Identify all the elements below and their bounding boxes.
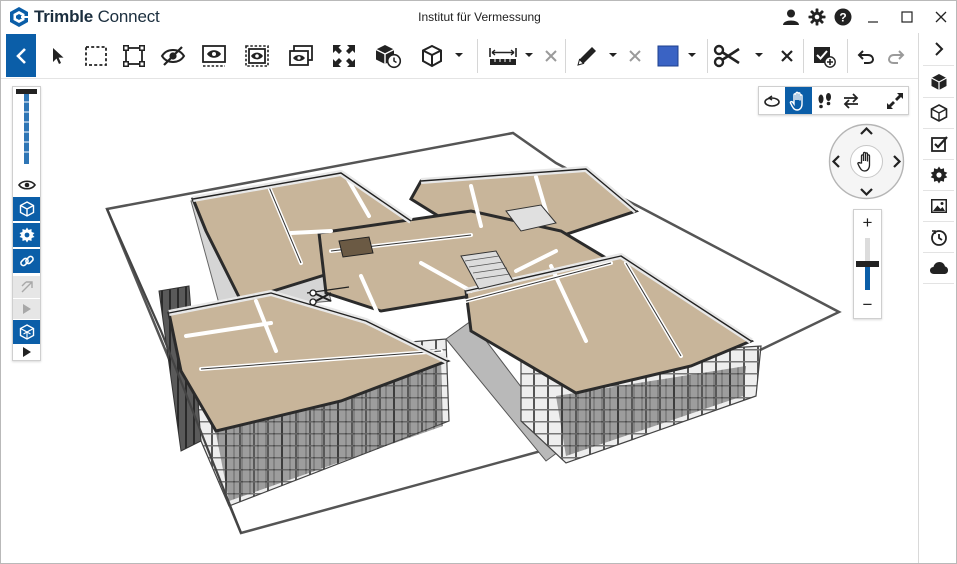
- measure-dropdown-icon[interactable]: [525, 51, 533, 59]
- fullscreen-icon[interactable]: [882, 87, 908, 114]
- markup-pencil-icon[interactable]: [572, 37, 602, 75]
- pan-hand-icon[interactable]: [785, 87, 812, 114]
- title-actions: ?: [778, 1, 956, 33]
- right-sidebar: [918, 33, 956, 563]
- zoom-out-button[interactable]: −: [854, 294, 881, 316]
- clear-section-icon[interactable]: [777, 37, 797, 75]
- maximize-icon[interactable]: [890, 1, 924, 33]
- models-cube-icon[interactable]: [919, 67, 956, 97]
- fit-all-icon[interactable]: [329, 37, 359, 75]
- swap-arrows-icon[interactable]: [838, 87, 864, 114]
- sidebar-divider: [923, 65, 954, 66]
- zoom-control: + −: [853, 209, 882, 319]
- expand-arrow-icon[interactable]: [13, 344, 40, 360]
- layers-icon[interactable]: [13, 320, 40, 344]
- visibility-eye-icon[interactable]: [13, 175, 40, 195]
- undo-icon[interactable]: [853, 37, 879, 75]
- navigation-toolbar: [758, 86, 909, 115]
- toolbar-divider: [477, 39, 478, 73]
- link-icon[interactable]: [13, 249, 40, 273]
- measure-icon[interactable]: [487, 37, 519, 75]
- object-status-icon[interactable]: [373, 37, 403, 75]
- model-cube-icon[interactable]: [13, 197, 40, 221]
- section-dropdown-icon[interactable]: [755, 51, 763, 59]
- app-window: Trimble Connect Institut für Vermessung …: [0, 0, 957, 564]
- markup-dropdown-icon[interactable]: [609, 51, 617, 59]
- zoom-slider[interactable]: [854, 236, 881, 292]
- isolate-icon[interactable]: [199, 37, 229, 75]
- orbit-icon[interactable]: [759, 87, 785, 114]
- left-tool-panel: [12, 86, 41, 361]
- clear-markup-icon[interactable]: [625, 37, 645, 75]
- properties-badge-icon[interactable]: [919, 160, 956, 190]
- fit-selection-icon[interactable]: [119, 37, 149, 75]
- view-cube-icon[interactable]: [417, 37, 447, 75]
- building-model[interactable]: [1, 80, 918, 564]
- zoom-in-button[interactable]: +: [854, 212, 881, 234]
- hide-icon[interactable]: [158, 37, 188, 75]
- cloud-icon[interactable]: [919, 253, 956, 283]
- clip-slider[interactable]: [13, 87, 40, 170]
- toolbar-divider: [803, 39, 804, 73]
- navigation-wheel[interactable]: [828, 123, 905, 200]
- show-selected-icon[interactable]: [242, 37, 272, 75]
- select-pointer-icon[interactable]: [47, 37, 69, 75]
- brand: Trimble Connect: [9, 6, 160, 28]
- create-todo-icon[interactable]: [809, 37, 839, 75]
- show-all-icon[interactable]: [286, 37, 316, 75]
- brand-name: Trimble Connect: [34, 7, 160, 26]
- collapse-left-icon[interactable]: [6, 34, 36, 77]
- sidebar-divider: [923, 283, 954, 284]
- laser-icon[interactable]: [13, 276, 40, 298]
- svg-text:?: ?: [839, 11, 846, 25]
- color-dropdown-icon[interactable]: [688, 51, 696, 59]
- help-icon[interactable]: ?: [830, 1, 856, 33]
- minimize-icon[interactable]: [856, 1, 890, 33]
- box-select-icon[interactable]: [81, 37, 111, 75]
- expand-right-icon[interactable]: [919, 35, 956, 63]
- toolbar-divider: [847, 39, 848, 73]
- view-dropdown-icon[interactable]: [455, 51, 463, 59]
- toolbar-divider: [565, 39, 566, 73]
- objects-cube-icon[interactable]: [919, 98, 956, 128]
- todo-check-icon[interactable]: [919, 129, 956, 159]
- 3d-viewport[interactable]: [1, 80, 918, 564]
- title-bar: Trimble Connect Institut für Vermessung …: [1, 1, 956, 33]
- gear-icon[interactable]: [804, 1, 830, 33]
- main-toolbar: [1, 33, 956, 79]
- history-clock-icon[interactable]: [919, 222, 956, 252]
- settings-badge-icon[interactable]: [13, 223, 40, 247]
- walk-footsteps-icon[interactable]: [812, 87, 838, 114]
- image-icon[interactable]: [919, 191, 956, 221]
- close-icon[interactable]: [924, 1, 956, 33]
- user-icon[interactable]: [778, 1, 804, 33]
- section-scissors-icon[interactable]: [711, 37, 743, 75]
- redo-icon[interactable]: [883, 37, 909, 75]
- play-icon[interactable]: [13, 299, 40, 319]
- toolbar-divider: [707, 39, 708, 73]
- trimble-logo-icon: [10, 7, 29, 27]
- color-swatch-icon[interactable]: [653, 37, 683, 75]
- clear-measure-icon[interactable]: [541, 37, 561, 75]
